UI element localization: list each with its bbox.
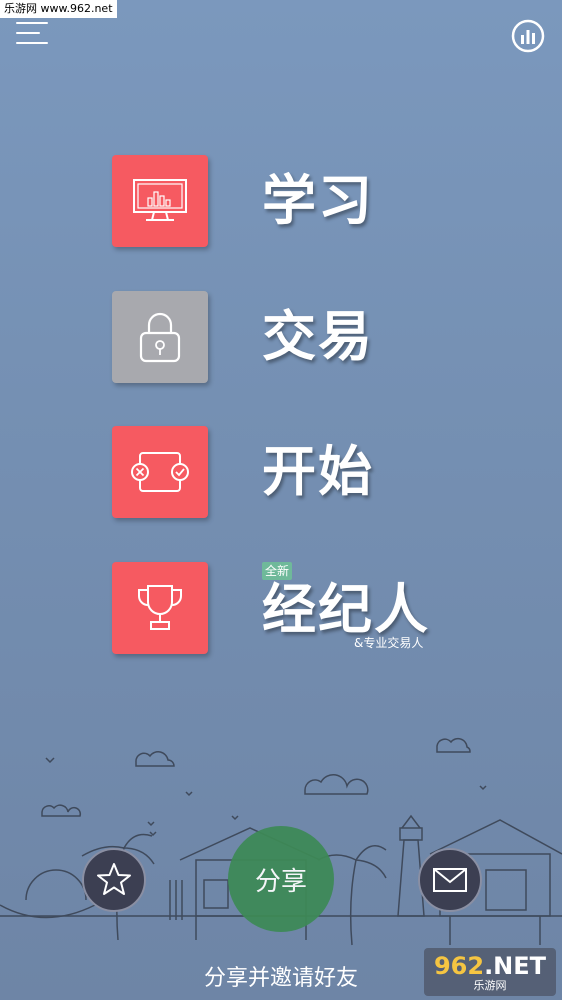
star-icon <box>97 863 131 895</box>
menu-item-learn[interactable]: 学习 <box>112 155 512 251</box>
watermark-text: 乐游网 www.962.net <box>0 0 117 18</box>
compare-icon <box>112 426 208 518</box>
monitor-chart-icon <box>112 155 208 247</box>
site-logo-watermark: 962.NET 乐游网 <box>424 948 556 996</box>
logo-suffix: .NET <box>484 951 547 980</box>
menu-item-start[interactable]: 开始 <box>112 426 512 522</box>
trophy-icon <box>112 562 208 654</box>
menu-icon[interactable] <box>16 22 50 48</box>
menu-label-learn: 学习 <box>262 169 374 232</box>
logo-number: 962 <box>433 951 485 980</box>
stats-icon[interactable] <box>510 18 546 54</box>
lock-icon <box>112 291 208 383</box>
mail-icon <box>433 868 467 892</box>
share-button[interactable]: 分享 <box>228 826 334 932</box>
menu-item-broker[interactable]: 全新 经纪人 &专业交易人 <box>112 562 512 658</box>
menu-item-trade[interactable]: 交易 <box>112 291 512 387</box>
menu-label-start: 开始 <box>262 440 374 503</box>
share-label: 分享 <box>254 866 307 897</box>
menu-label-broker: 经纪人 <box>262 578 430 641</box>
logo-subtext: 乐游网 <box>473 978 507 992</box>
menu-label-trade: 交易 <box>262 305 374 368</box>
message-button[interactable] <box>418 848 482 912</box>
favorite-button[interactable] <box>82 848 146 912</box>
menu-sublabel-broker: &专业交易人 <box>354 636 424 650</box>
